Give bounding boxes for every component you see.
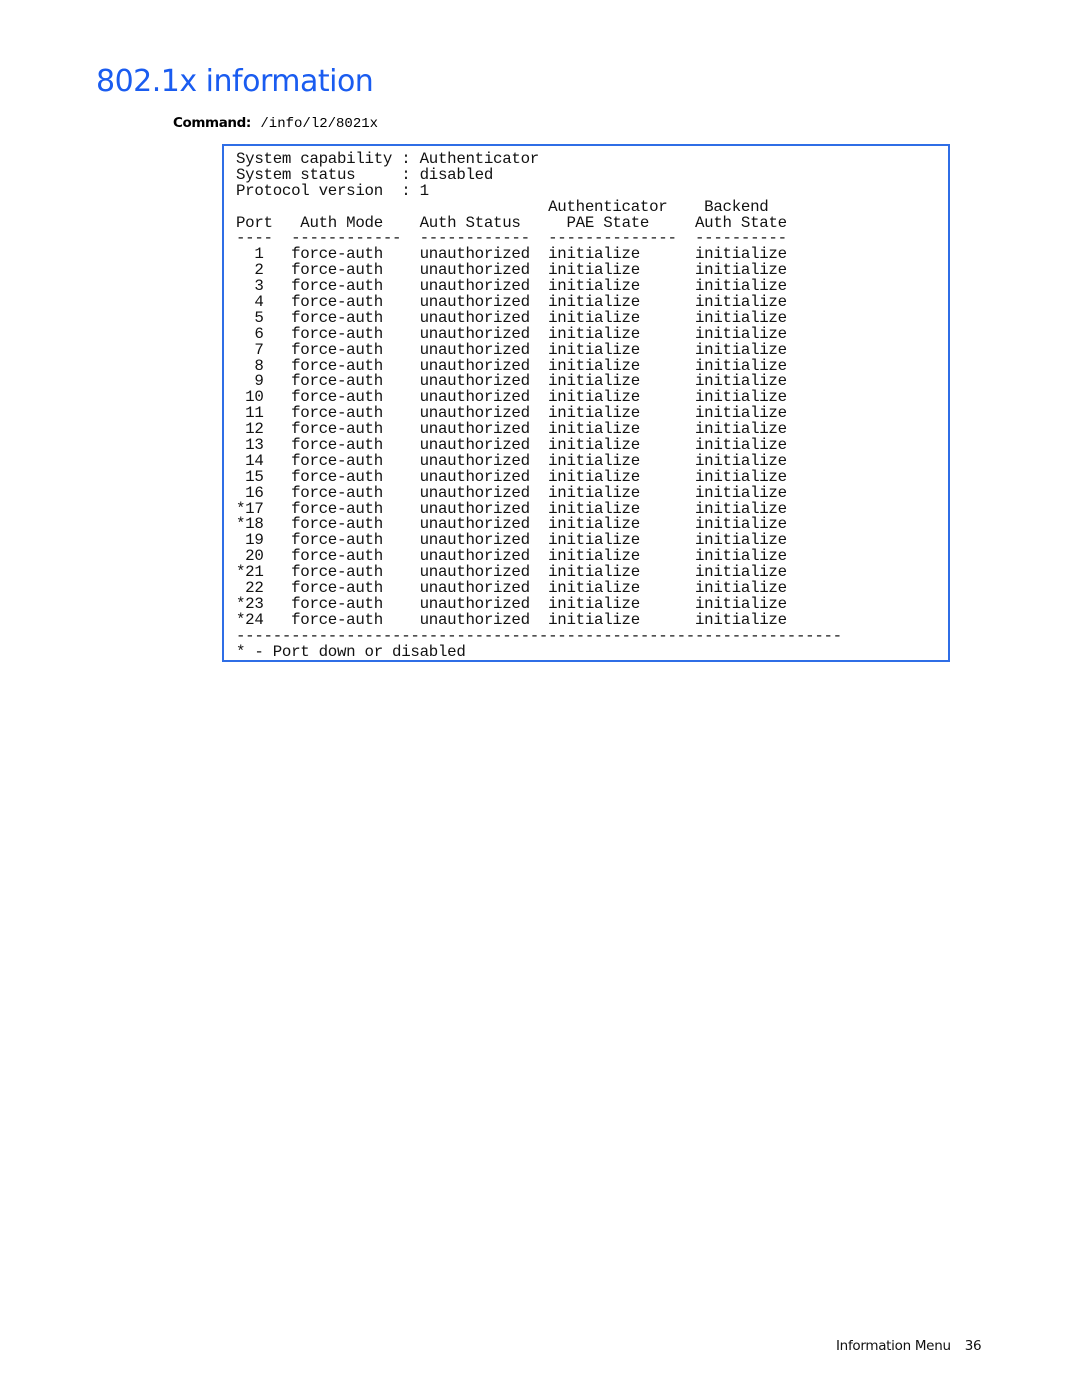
summary-value: disabled: [419, 165, 494, 184]
footer-section: Information Menu: [836, 1338, 951, 1354]
page-footer: Information Menu 36: [836, 1338, 982, 1354]
command-line: Command: /info/l2/8021x: [173, 115, 378, 132]
command-label: Command:: [173, 115, 251, 131]
page-title: 802.1x information: [96, 64, 374, 99]
legend-line: * - Port down or disabled: [236, 642, 842, 661]
terminal-text: System capability : Authenticator System …: [236, 151, 842, 661]
terminal-output: System capability : Authenticator System …: [222, 144, 950, 662]
page-number: 36: [964, 1338, 982, 1354]
command-value: /info/l2/8021x: [260, 116, 379, 132]
legend-text: * - Port down or disabled: [236, 642, 466, 661]
